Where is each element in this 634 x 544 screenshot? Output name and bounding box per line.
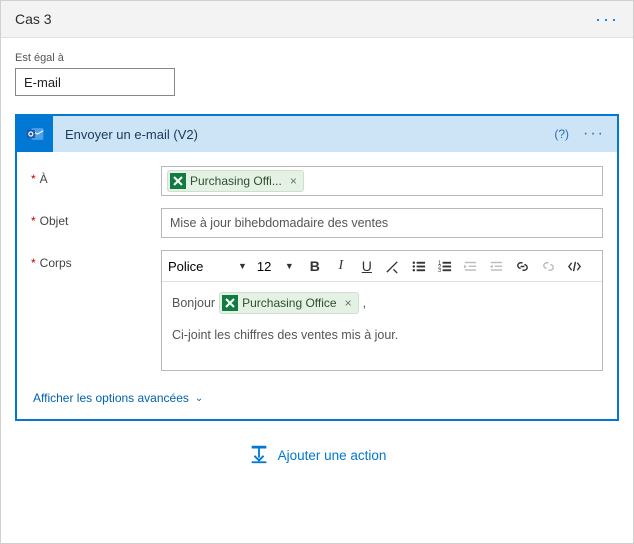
subject-input[interactable] [161, 208, 603, 238]
card-title: Envoyer un e-mail (V2) [53, 116, 554, 152]
chevron-down-icon: ▼ [238, 261, 247, 271]
body-line: Ci-joint les chiffres des ventes mis à j… [172, 328, 592, 342]
show-advanced-link[interactable]: Afficher les options avancées ⌄ [31, 383, 205, 407]
bullets-button[interactable] [408, 255, 430, 277]
outlook-icon [17, 116, 53, 152]
equals-input[interactable] [15, 68, 175, 96]
bold-button[interactable]: B [304, 255, 326, 277]
chevron-down-icon: ▼ [285, 261, 294, 271]
to-token-label: Purchasing Offi... [190, 174, 282, 188]
case-menu-button[interactable]: ··· [595, 14, 619, 24]
indent-button[interactable] [486, 255, 508, 277]
subject-label: Objet [40, 214, 69, 228]
svg-text:3: 3 [438, 268, 441, 274]
excel-icon [170, 173, 186, 189]
to-field[interactable]: Purchasing Offi... × [161, 166, 603, 196]
italic-button[interactable]: I [330, 255, 352, 277]
clear-format-button[interactable] [382, 255, 404, 277]
body-token-label: Purchasing Office [242, 296, 337, 310]
excel-icon [222, 295, 238, 311]
card-menu-button[interactable]: ··· [583, 129, 605, 139]
chevron-down-icon: ⌄ [195, 393, 203, 404]
send-email-card: Envoyer un e-mail (V2) (?) ··· *À [15, 114, 619, 421]
help-button[interactable]: (?) [554, 127, 569, 141]
outdent-button[interactable] [460, 255, 482, 277]
add-action-button[interactable]: Ajouter une action [248, 443, 387, 468]
body-label: Corps [40, 256, 72, 270]
case-title: Cas 3 [15, 11, 52, 27]
body-punct: , [363, 296, 366, 310]
unlink-button[interactable] [538, 255, 560, 277]
body-token[interactable]: Purchasing Office × [219, 292, 359, 314]
code-view-button[interactable] [564, 255, 586, 277]
to-label: À [40, 172, 48, 186]
editor-toolbar: Police ▼ 12 ▼ B I U [162, 251, 602, 282]
add-action-icon [248, 443, 270, 468]
body-greeting: Bonjour [172, 296, 215, 310]
link-button[interactable] [512, 255, 534, 277]
font-select[interactable]: Police [168, 259, 238, 274]
numbered-list-button[interactable]: 123 [434, 255, 456, 277]
body-editor[interactable]: Bonjour Purchasing Office × , [162, 282, 602, 370]
underline-button[interactable]: U [356, 255, 378, 277]
to-token[interactable]: Purchasing Offi... × [167, 170, 304, 192]
equals-label: Est égal à [15, 52, 619, 64]
font-size-select[interactable]: 12 [257, 259, 285, 274]
remove-body-token[interactable]: × [345, 296, 352, 310]
remove-to-token[interactable]: × [290, 174, 297, 188]
